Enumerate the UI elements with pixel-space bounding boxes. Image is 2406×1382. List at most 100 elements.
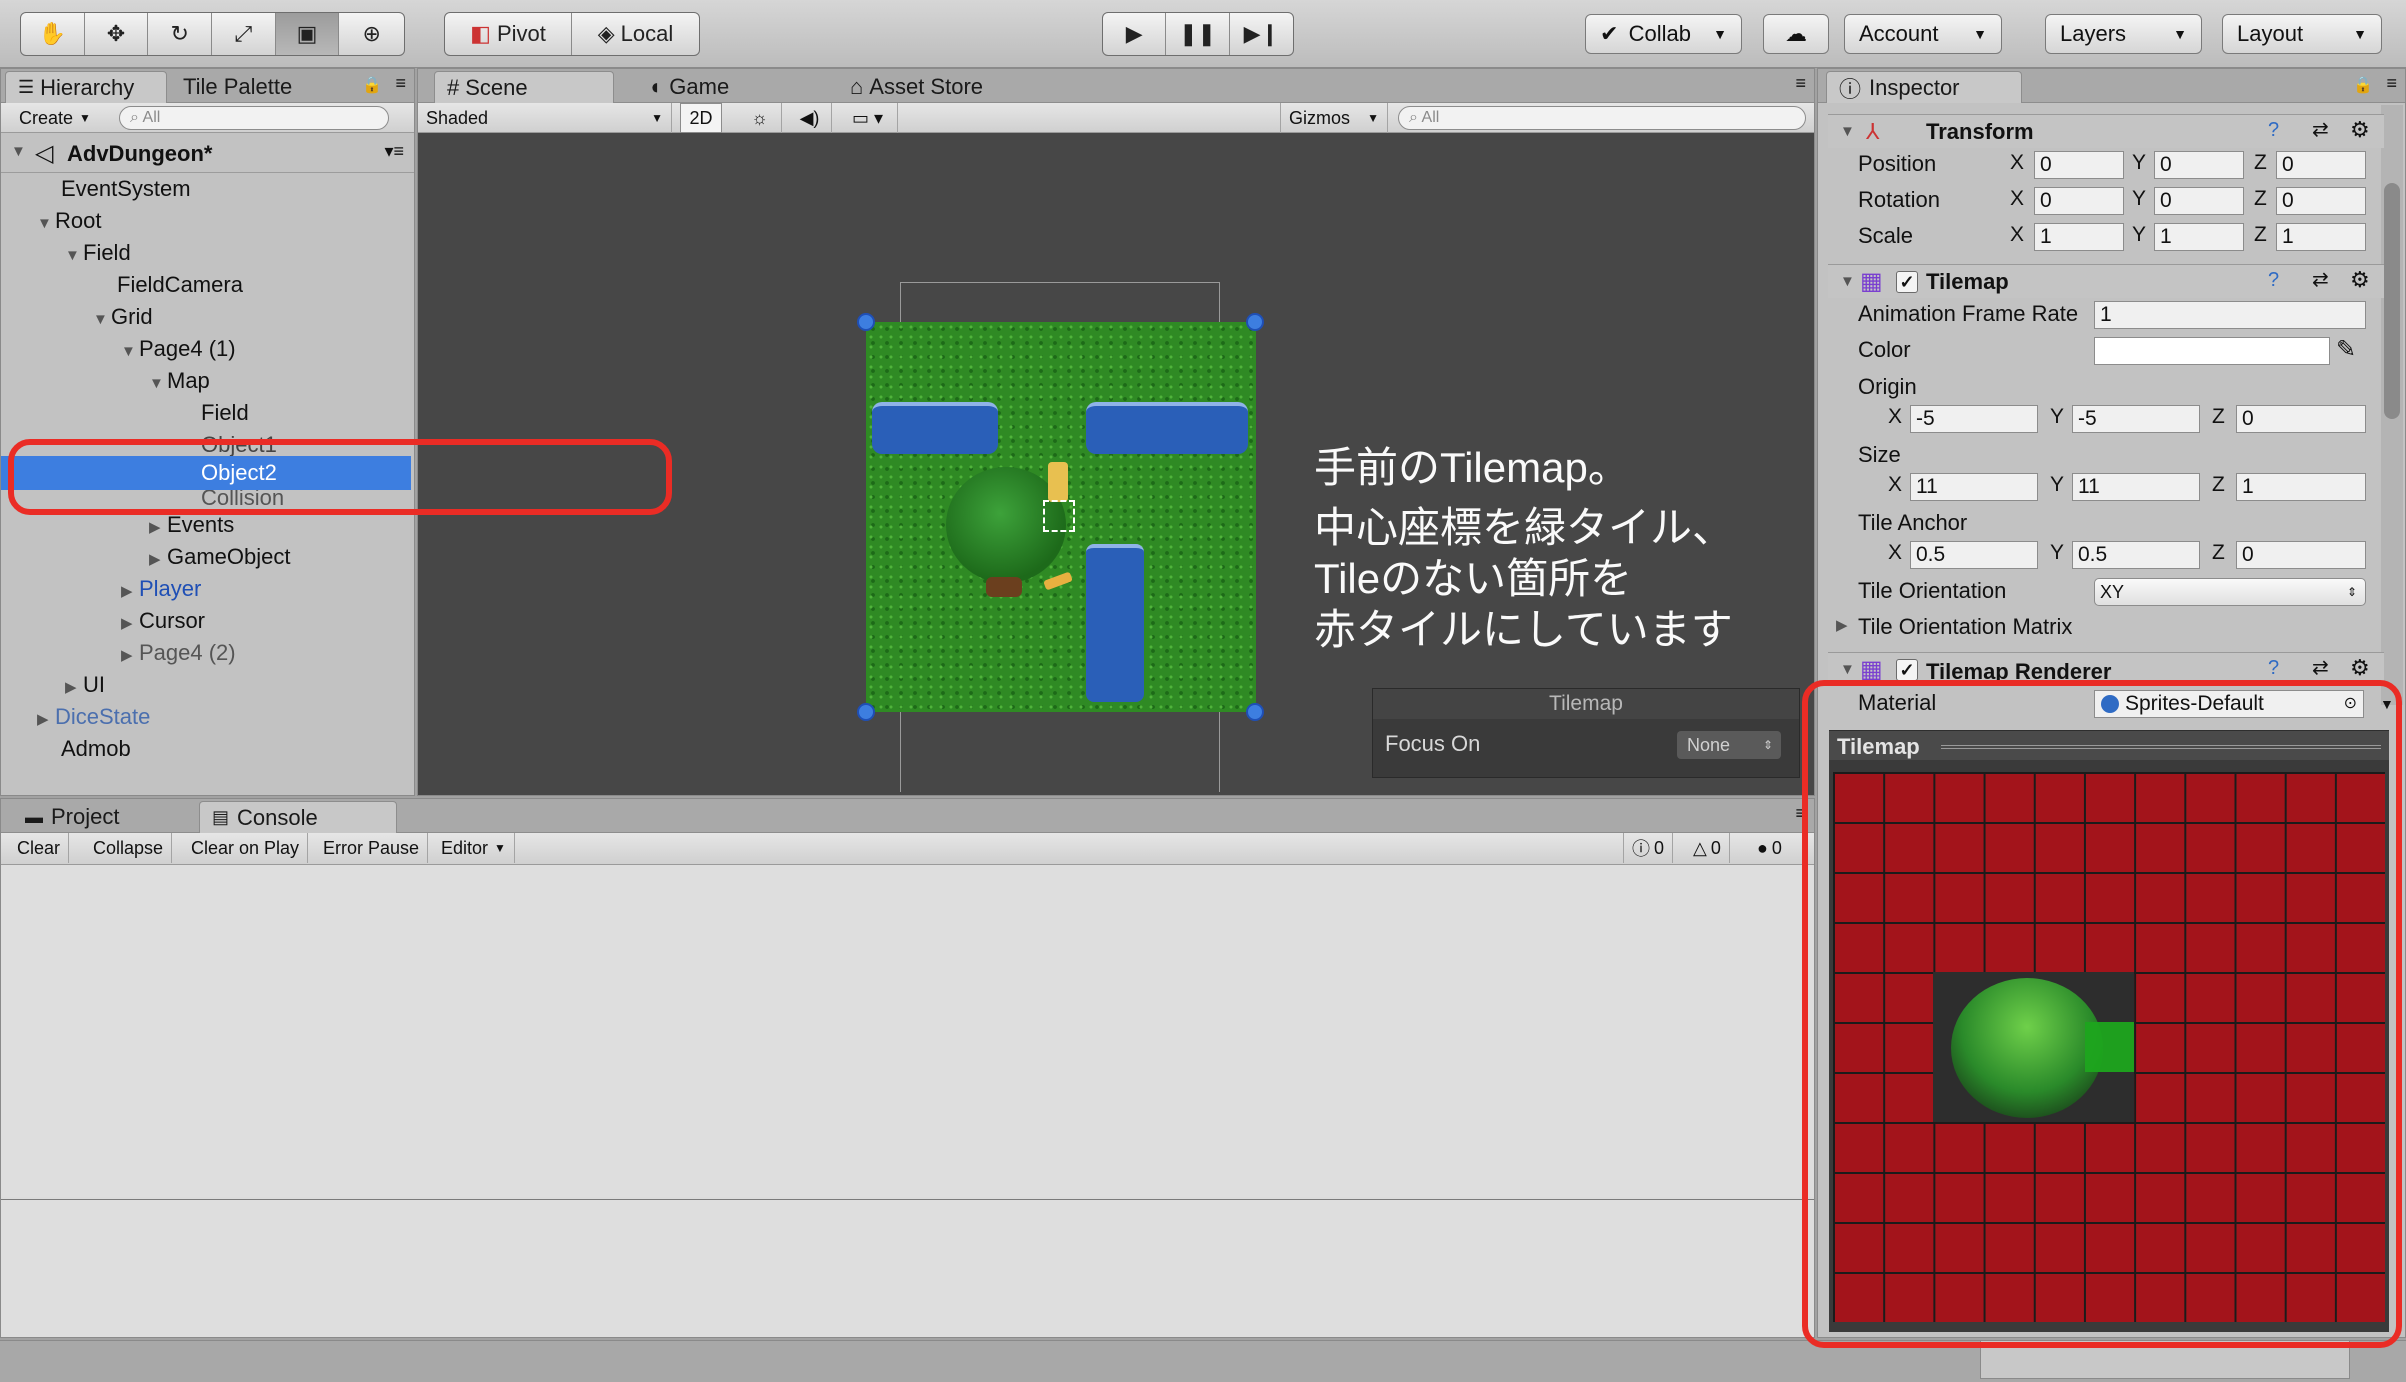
collapsed-triangle-icon[interactable]: ▶	[149, 544, 167, 576]
size-y-field[interactable]: 11	[2072, 473, 2200, 501]
log-count-toggle[interactable]: ⓘ 0	[1623, 833, 1674, 863]
layers-dropdown[interactable]: Layers ▼	[2045, 14, 2202, 54]
collapsed-triangle-icon[interactable]: ▶	[65, 672, 83, 704]
focus-on-dropdown[interactable]: None ⇕	[1677, 731, 1781, 759]
help-icon[interactable]: ?	[2268, 119, 2279, 142]
rotation-x-field[interactable]: 0	[2034, 187, 2124, 215]
collapsed-triangle-icon[interactable]: ▶	[149, 512, 167, 544]
gear-icon[interactable]: ⚙	[2350, 267, 2370, 293]
layout-dropdown[interactable]: Layout ▼	[2222, 14, 2382, 54]
hierarchy-search[interactable]: ⌕ All	[119, 106, 389, 130]
rotation-z-field[interactable]: 0	[2276, 187, 2366, 215]
scene-search[interactable]: ⌕ All	[1398, 106, 1806, 130]
inspector-scrollbar[interactable]	[2381, 105, 2403, 705]
tilemap-renderer-header[interactable]: ▼ ▦ ✓ Tilemap Renderer ? ⇄ ⚙	[1828, 652, 2384, 682]
eyedropper-icon[interactable]: ✎	[2336, 335, 2356, 364]
preset-icon[interactable]: ⇄	[2312, 117, 2329, 142]
panel-menu-icon[interactable]: ≡	[2386, 73, 2397, 94]
panel-menu-icon[interactable]: ≡	[1795, 73, 1806, 94]
expand-triangle-icon[interactable]: ▼	[93, 304, 111, 336]
preset-icon[interactable]: ⇄	[2312, 267, 2329, 292]
rect-handle-bottom-right[interactable]	[1246, 703, 1264, 721]
create-dropdown[interactable]: Create ▼	[11, 103, 99, 133]
transform-tool-icon[interactable]: ⊕	[339, 13, 404, 55]
help-icon[interactable]: ?	[2268, 657, 2279, 680]
transform-header[interactable]: ▼ ⅄ Transform ? ⇄ ⚙	[1828, 114, 2384, 148]
lock-icon[interactable]: 🔒	[362, 75, 382, 95]
tilemap-header[interactable]: ▼ ▦ ✓ Tilemap ? ⇄ ⚙	[1828, 264, 2384, 298]
tree-item-map-field[interactable]: Field	[1, 397, 411, 429]
preset-icon[interactable]: ⇄	[2312, 655, 2329, 680]
local-button[interactable]: ◈ Local	[572, 13, 699, 55]
scrollbar-thumb[interactable]	[2384, 183, 2400, 419]
expand-triangle-icon[interactable]: ▼	[65, 240, 83, 272]
anchor-y-field[interactable]: 0.5	[2072, 541, 2200, 569]
expand-triangle-icon[interactable]: ▼	[1840, 273, 1858, 290]
tree-item-page4-1[interactable]: ▼ Page4 (1)	[1, 333, 411, 365]
expand-triangle-icon[interactable]: ▼	[1840, 661, 1858, 678]
renderer-enabled-checkbox[interactable]: ✓	[1896, 659, 1918, 681]
expand-triangle-icon[interactable]: ▼	[149, 368, 167, 400]
scene-header[interactable]: ▼ ◁ AdvDungeon* ▾≡	[1, 137, 414, 173]
tree-item-map[interactable]: ▼ Map	[1, 365, 411, 397]
scale-z-field[interactable]: 1	[2276, 223, 2366, 251]
tilemap-enabled-checkbox[interactable]: ✓	[1896, 271, 1918, 293]
tree-item-fieldcamera[interactable]: FieldCamera	[1, 269, 411, 301]
collapsed-triangle-icon[interactable]: ▶	[1836, 616, 1854, 634]
anim-rate-field[interactable]: 1	[2094, 301, 2366, 329]
tab-scene[interactable]: # Scene	[434, 71, 614, 103]
tree-item-cursor[interactable]: ▶ Cursor	[1, 605, 411, 637]
tab-asset-store[interactable]: ⌂ Asset Store	[838, 71, 995, 103]
rect-tool-icon[interactable]: ▣	[275, 13, 340, 55]
position-z-field[interactable]: 0	[2276, 151, 2366, 179]
expand-triangle-icon[interactable]: ▼	[1840, 123, 1858, 140]
expand-triangle-icon[interactable]: ▼	[11, 143, 29, 160]
tree-item-dicestate[interactable]: ▶ DiceState	[1, 701, 411, 733]
lighting-icon[interactable]: ☼	[738, 103, 782, 133]
console-log-area[interactable]	[1, 865, 1814, 1197]
position-y-field[interactable]: 0	[2154, 151, 2244, 179]
collapse-button[interactable]: Collapse	[85, 833, 173, 863]
expand-triangle-icon[interactable]: ▼	[121, 336, 139, 368]
clear-button[interactable]: Clear	[9, 833, 70, 863]
collab-dropdown[interactable]: ✔ Collab ▼	[1585, 14, 1742, 54]
rotate-tool-icon[interactable]: ↻	[148, 13, 213, 55]
collapsed-triangle-icon[interactable]: ▶	[121, 608, 139, 640]
collapsed-triangle-icon[interactable]: ▶	[121, 576, 139, 608]
size-z-field[interactable]: 1	[2236, 473, 2366, 501]
gizmos-dropdown[interactable]: Gizmos ▼	[1280, 103, 1388, 133]
tree-item-player[interactable]: ▶ Player	[1, 573, 411, 605]
size-x-field[interactable]: 11	[1910, 473, 2038, 501]
collapsed-triangle-icon[interactable]: ▶	[37, 704, 55, 736]
lock-icon[interactable]: 🔒	[2353, 75, 2373, 95]
anchor-x-field[interactable]: 0.5	[1910, 541, 2038, 569]
tab-inspector[interactable]: ⓘ Inspector	[1826, 71, 2022, 103]
tab-tile-palette[interactable]: Tile Palette	[171, 71, 304, 103]
clear-on-play-button[interactable]: Clear on Play	[183, 833, 309, 863]
error-count-toggle[interactable]: ● 0	[1749, 833, 1790, 863]
origin-y-field[interactable]: -5	[2072, 405, 2200, 433]
audio-icon[interactable]: ◀)	[788, 103, 832, 133]
help-icon[interactable]: ?	[2268, 269, 2279, 292]
warning-count-toggle[interactable]: △ 0	[1685, 833, 1730, 863]
effects-icon[interactable]: ▭ ▾	[838, 103, 898, 133]
tile-orientation-dropdown[interactable]: XY ⇕	[2094, 578, 2366, 606]
console-detail-area[interactable]	[1, 1200, 1814, 1337]
tree-item-field[interactable]: ▼ Field	[1, 237, 411, 269]
anchor-z-field[interactable]: 0	[2236, 541, 2366, 569]
tab-game[interactable]: ◖ Game	[636, 71, 741, 103]
tree-item-grid[interactable]: ▼ Grid	[1, 301, 411, 333]
gear-icon[interactable]: ⚙	[2350, 655, 2370, 681]
tree-item-ui[interactable]: ▶ UI	[1, 669, 411, 701]
tilemap-field-image[interactable]	[866, 322, 1256, 712]
pause-icon[interactable]: ❚❚	[1166, 13, 1230, 55]
panel-menu-icon[interactable]: ≡	[395, 73, 406, 94]
tab-hierarchy[interactable]: ☰ Hierarchy	[5, 71, 167, 103]
tab-project[interactable]: ▬ Project	[13, 801, 131, 833]
play-icon[interactable]: ▶	[1103, 13, 1167, 55]
tab-console[interactable]: ▤ Console	[199, 801, 397, 833]
tree-item-root[interactable]: ▼ Root	[1, 205, 411, 237]
tree-item-eventsystem[interactable]: EventSystem	[1, 173, 411, 205]
rotation-y-field[interactable]: 0	[2154, 187, 2244, 215]
rect-handle-top-right[interactable]	[1246, 313, 1264, 331]
